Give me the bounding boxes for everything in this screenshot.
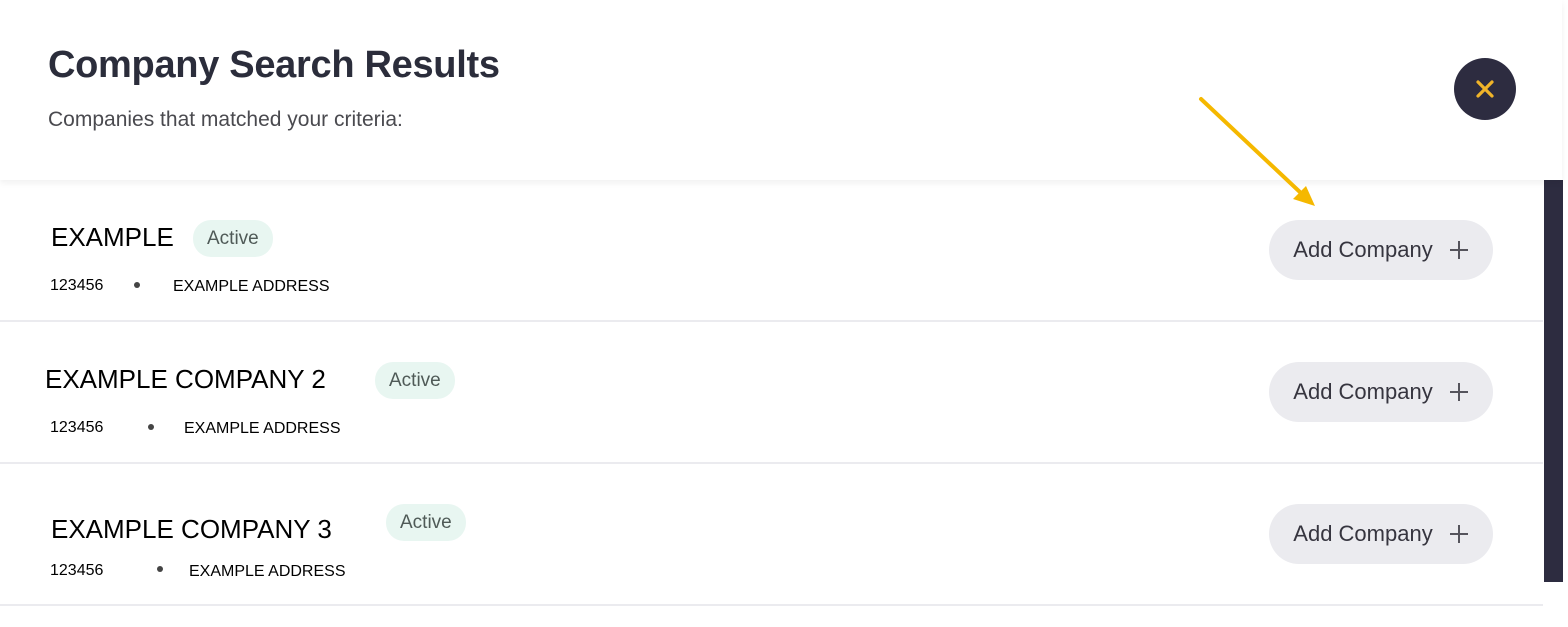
add-company-button[interactable]: Add Company [1269,362,1493,422]
add-company-label: Add Company [1293,379,1433,404]
scrollbar-thumb[interactable] [1544,180,1563,582]
close-button[interactable] [1454,58,1516,120]
result-row: EXAMPLE Active 123456 EXAMPLE ADDRESS Ad… [0,180,1543,322]
status-badge: Active [386,504,466,541]
status-badge: Active [375,362,455,399]
scrollbar[interactable] [1544,180,1563,627]
close-icon [1476,80,1494,98]
company-address: EXAMPLE ADDRESS [173,278,330,295]
company-address: EXAMPLE ADDRESS [184,420,341,437]
modal-header: Company Search Results Companies that ma… [0,0,1562,180]
company-number: 123456 [50,419,104,436]
company-name[interactable]: EXAMPLE COMPANY 3 [51,514,332,545]
separator-dot [157,566,163,572]
add-company-label: Add Company [1293,521,1433,546]
add-company-button[interactable]: Add Company [1269,220,1493,280]
company-address: EXAMPLE ADDRESS [189,563,346,580]
plus-icon [1449,240,1469,260]
company-search-results-modal: Company Search Results Companies that ma… [0,0,1568,627]
separator-dot [148,424,154,430]
separator-dot [134,282,140,288]
company-name[interactable]: EXAMPLE [51,222,174,253]
plus-icon [1449,524,1469,544]
company-number: 123456 [50,562,104,579]
status-badge: Active [193,220,273,257]
add-company-button[interactable]: Add Company [1269,504,1493,564]
page-title: Company Search Results [48,44,500,86]
plus-icon [1449,382,1469,402]
company-number: 123456 [50,277,104,294]
result-row: EXAMPLE COMPANY 2 Active 123456 EXAMPLE … [0,322,1543,464]
add-company-label: Add Company [1293,237,1433,262]
results-list: EXAMPLE Active 123456 EXAMPLE ADDRESS Ad… [0,180,1543,627]
company-name[interactable]: EXAMPLE COMPANY 2 [45,364,326,395]
page-subtitle: Companies that matched your criteria: [48,108,403,131]
result-row: EXAMPLE COMPANY 3 Active 123456 EXAMPLE … [0,464,1543,606]
